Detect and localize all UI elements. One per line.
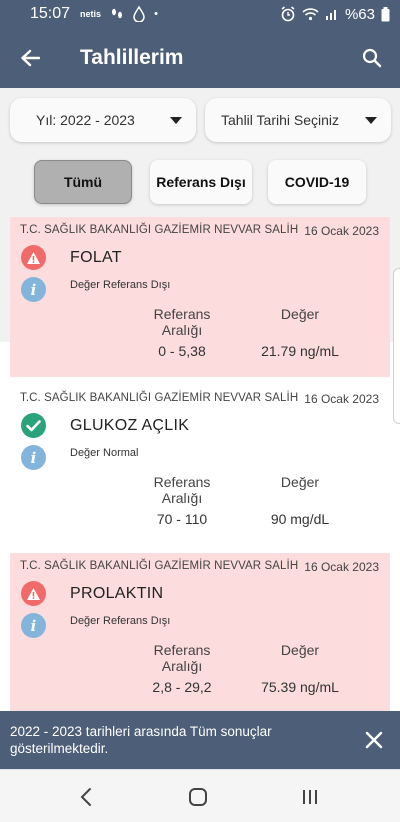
result-status: Değer Normal — [70, 447, 139, 459]
warning-icon — [21, 581, 46, 606]
check-icon — [21, 413, 46, 438]
scroll-handle[interactable] — [393, 268, 400, 424]
back-button[interactable] — [0, 28, 60, 88]
home-square-icon — [189, 788, 207, 806]
lab-name: T.C. SAĞLIK BAKANLIĞI GAZİEMİR NEVVAR SA… — [20, 392, 299, 404]
value-header: Değer — [280, 306, 320, 322]
drop-icon — [133, 6, 145, 22]
result-value: 21.79 ng/mL — [261, 343, 339, 359]
signal-icon — [325, 10, 336, 20]
notification-icons: netis • — [80, 6, 158, 22]
app-bar: Tahlillerim — [0, 28, 400, 88]
reference-range-header: Referans Aralığı — [153, 474, 211, 506]
test-name: GLUKOZ AÇLIK — [70, 417, 190, 434]
reference-range-header: Referans Aralığı — [153, 306, 211, 338]
warning-icon — [21, 245, 46, 270]
alarm-icon — [281, 6, 295, 22]
test-name: FOLAT — [70, 249, 122, 266]
wifi-icon — [302, 8, 319, 21]
netlify-icon: netis — [80, 9, 102, 19]
snackbar: 2022 - 2023 tarihleri arasında Tüm sonuç… — [0, 711, 400, 769]
page-title: Tahlillerim — [80, 46, 184, 69]
info-icon[interactable]: i — [21, 445, 46, 470]
lab-name: T.C. SAĞLIK BAKANLIĞI GAZİEMİR NEVVAR SA… — [20, 560, 299, 572]
tab-out-of-reference[interactable]: Referans Dışı — [150, 160, 252, 204]
search-icon — [362, 48, 382, 68]
battery-percent: %63 — [344, 5, 375, 23]
nav-back-button[interactable] — [71, 782, 101, 812]
reference-range-header: Referans Aralığı — [153, 642, 211, 674]
reference-range-value: 70 - 110 — [156, 511, 208, 527]
arrow-left-icon — [21, 49, 40, 67]
reference-range-value: 2,8 - 29,2 — [152, 679, 212, 695]
dot-icon: • — [154, 8, 158, 20]
test-name: PROLAKTIN — [70, 585, 164, 602]
result-value: 90 mg/dL — [270, 511, 330, 527]
result-card-glukoz-aclik[interactable]: T.C. SAĞLIK BAKANLIĞI GAZİEMİR NEVVAR SA… — [10, 385, 390, 545]
result-value: 75.39 ng/mL — [261, 679, 339, 695]
year-select-value: Yıl: 2022 - 2023 — [36, 112, 135, 128]
status-time: 15:07 — [30, 5, 71, 22]
reference-range-value: 0 - 5,38 — [158, 343, 206, 359]
system-nav-bar — [0, 769, 400, 822]
footsteps-icon — [112, 8, 123, 19]
close-icon — [365, 731, 383, 749]
info-icon[interactable]: i — [21, 613, 46, 638]
test-date-select-value: Tahlil Tarihi Seçiniz — [221, 112, 340, 128]
snackbar-close-button[interactable] — [362, 728, 386, 752]
result-date: 16 Ocak 2023 — [304, 224, 379, 238]
result-card-folat[interactable]: T.C. SAĞLIK BAKANLIĞI GAZİEMİR NEVVAR SA… — [10, 217, 390, 377]
results-list[interactable]: T.C. SAĞLIK BAKANLIĞI GAZİEMİR NEVVAR SA… — [0, 217, 400, 711]
result-date: 16 Ocak 2023 — [304, 560, 379, 574]
recents-icon — [303, 790, 317, 804]
search-button[interactable] — [344, 28, 400, 88]
test-date-select[interactable]: Tahlil Tarihi Seçiniz — [205, 98, 391, 142]
snackbar-message: 2022 - 2023 tarihleri arasında Tüm sonuç… — [10, 724, 272, 756]
nav-recents-button[interactable] — [295, 782, 325, 812]
result-status: Değer Referans Dışı — [70, 279, 171, 291]
lab-name: T.C. SAĞLIK BAKANLIĞI GAZİEMİR NEVVAR SA… — [20, 224, 299, 236]
caret-down-icon — [170, 116, 182, 124]
nav-home-button[interactable] — [183, 782, 213, 812]
tab-all[interactable]: Tümü — [34, 160, 132, 204]
value-header: Değer — [280, 474, 320, 490]
status-bar: 15:07 netis • %63 — [0, 0, 400, 28]
info-icon[interactable]: i — [21, 277, 46, 302]
battery-icon — [381, 6, 390, 21]
value-header: Değer — [280, 642, 320, 658]
caret-down-icon — [365, 116, 377, 124]
tab-covid-19[interactable]: COVID-19 — [268, 160, 366, 204]
result-card-prolaktin[interactable]: T.C. SAĞLIK BAKANLIĞI GAZİEMİR NEVVAR SA… — [10, 553, 390, 711]
year-select[interactable]: Yıl: 2022 - 2023 — [10, 98, 196, 142]
result-status: Değer Referans Dışı — [70, 615, 171, 627]
result-date: 16 Ocak 2023 — [304, 392, 379, 406]
chevron-left-icon — [80, 788, 91, 806]
